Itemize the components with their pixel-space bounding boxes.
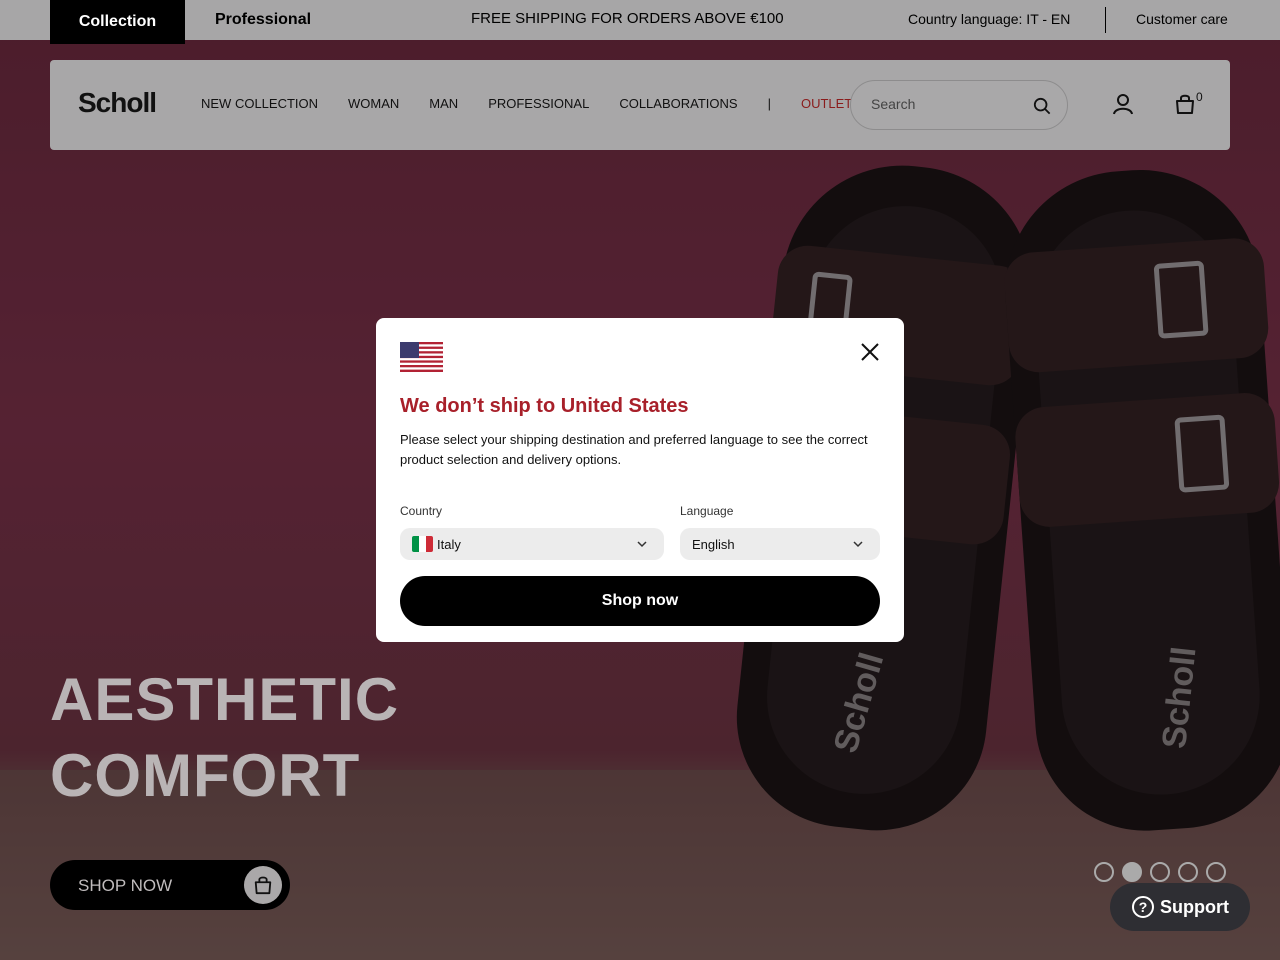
chevron-down-icon — [637, 541, 647, 548]
hero-shop-now-button[interactable]: SHOP NOW — [50, 860, 290, 910]
shipping-country-modal: We don’t ship to United States Please se… — [376, 318, 904, 642]
customer-care-link[interactable]: Customer care — [1136, 11, 1228, 27]
user-icon[interactable] — [1112, 93, 1134, 115]
search-icon[interactable] — [1033, 97, 1051, 115]
shopping-bag-icon — [254, 876, 272, 895]
italy-flag-icon — [412, 536, 433, 552]
country-label: Country — [400, 504, 443, 518]
bag-icon-circle — [244, 866, 282, 904]
slider-dot-1[interactable] — [1094, 862, 1114, 882]
nav-separator: | — [767, 96, 771, 111]
country-language-selector[interactable]: Country language: IT - EN — [908, 11, 1070, 27]
bag-icon[interactable] — [1174, 93, 1196, 115]
top-utility-bar: Collection Professional FREE SHIPPING FO… — [0, 0, 1280, 44]
modal-shop-now-button[interactable]: Shop now — [400, 576, 880, 626]
search-input[interactable] — [871, 96, 1021, 112]
topbar-divider — [1105, 7, 1106, 33]
nav-link-new-collection[interactable]: NEW COLLECTION — [201, 96, 318, 111]
country-select-value: Italy — [437, 537, 461, 552]
support-label: Support — [1160, 897, 1229, 917]
slider-dot-3[interactable] — [1150, 862, 1170, 882]
nav-link-man[interactable]: MAN — [429, 96, 458, 111]
hero-title-line1: AESTHETIC — [50, 666, 400, 733]
slider-dot-5[interactable] — [1206, 862, 1226, 882]
nav-link-collaborations[interactable]: COLLABORATIONS — [619, 96, 737, 111]
us-flag-icon — [400, 342, 443, 372]
tab-collection[interactable]: Collection — [50, 0, 185, 44]
nav-link-woman[interactable]: WOMAN — [348, 96, 399, 111]
nav-link-outlet[interactable]: OUTLET — [801, 96, 852, 111]
hero-shop-now-label: SHOP NOW — [78, 876, 173, 895]
country-select[interactable]: Italy — [400, 528, 664, 560]
language-select-value: English — [692, 537, 735, 552]
support-button[interactable]: ? Support — [1110, 883, 1250, 931]
promo-banner-text: FREE SHIPPING FOR ORDERS ABOVE €100 — [471, 10, 784, 27]
close-icon[interactable] — [860, 342, 880, 362]
hero-title-line2: COMFORT — [50, 742, 361, 809]
modal-title: We don’t ship to United States — [400, 395, 689, 417]
modal-description: Please select your shipping destination … — [400, 432, 868, 467]
slider-dot-4[interactable] — [1178, 862, 1198, 882]
tab-professional[interactable]: Professional — [215, 11, 311, 29]
language-label: Language — [680, 504, 734, 518]
search-box[interactable] — [850, 80, 1068, 130]
chevron-down-icon — [853, 541, 863, 548]
nav-links: NEW COLLECTION WOMAN MAN PROFESSIONAL CO… — [201, 96, 882, 111]
language-select[interactable]: English — [680, 528, 880, 560]
nav-link-professional[interactable]: PROFESSIONAL — [488, 96, 589, 111]
slider-dot-2[interactable] — [1122, 862, 1142, 882]
brand-logo[interactable]: Scholl — [78, 87, 157, 119]
hero-title: AESTHETIC COMFORT — [50, 662, 399, 814]
main-navigation: Scholl NEW COLLECTION WOMAN MAN PROFESSI… — [50, 60, 1230, 150]
help-icon: ? — [1132, 896, 1154, 918]
cart-count-badge: 0 — [1196, 90, 1203, 104]
slider-pagination — [1094, 862, 1226, 882]
